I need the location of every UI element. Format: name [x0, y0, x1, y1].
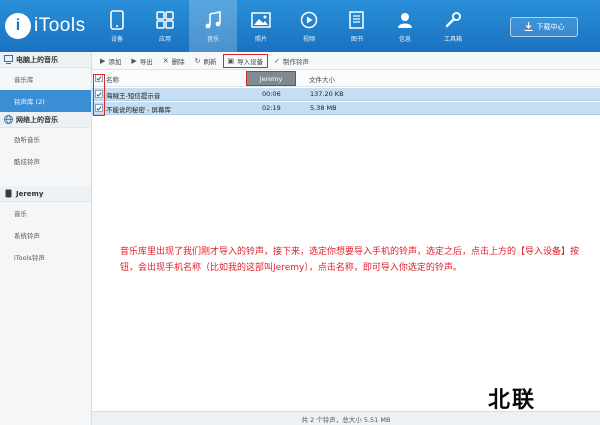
- refresh-icon: ↻: [194, 56, 201, 65]
- nav-label: 信息: [398, 36, 411, 43]
- nav-label: 工具箱: [443, 36, 462, 43]
- sidebar-section-title: 网络上的音乐: [16, 115, 58, 124]
- nav-label: 应用: [158, 36, 171, 43]
- sidebar-item-device-music[interactable]: 音乐: [0, 202, 91, 224]
- nav-device[interactable]: 设备: [93, 0, 141, 52]
- export-button[interactable]: ▶ 导出: [127, 54, 156, 68]
- delete-icon: ✕: [162, 56, 169, 65]
- music-icon: [202, 9, 224, 31]
- toolbar: ▶ 添加 ▶ 导出 ✕ 删除 ↻ 刷新 ▣ 导入设备 ✓ 制作铃声: [92, 52, 600, 70]
- device-name-tip[interactable]: Jeremy: [246, 71, 296, 86]
- import-device-label: 导入设备: [237, 57, 264, 66]
- column-size-header[interactable]: 文件大小: [309, 74, 335, 84]
- delete-label: 删除: [171, 57, 185, 66]
- apps-icon: [154, 9, 176, 31]
- table-row[interactable]: 海贼王-短信提示音 00:06 137.20 KB: [92, 88, 600, 101]
- refresh-button[interactable]: ↻ 刷新: [191, 54, 221, 68]
- sidebar-section-online[interactable]: 网络上的音乐: [0, 112, 91, 128]
- nav-music[interactable]: 音乐: [189, 0, 237, 52]
- add-icon: ▶: [100, 56, 106, 65]
- sidebar-item-ringtone-library[interactable]: 铃声库 (2): [0, 90, 91, 112]
- nav-toolbox[interactable]: 工具箱: [429, 0, 477, 52]
- phone-icon: [4, 189, 13, 198]
- nav-label: 音乐: [206, 36, 219, 43]
- app-logo: i iTools: [5, 12, 86, 40]
- sidebar-section-computer[interactable]: 电脑上的音乐: [0, 52, 91, 68]
- download-label: 下载中心: [536, 23, 565, 31]
- photo-icon: [250, 9, 272, 31]
- make-ringtone-button[interactable]: ✓ 制作铃声: [270, 54, 313, 68]
- sidebar-section-title: Jeremy: [16, 189, 44, 198]
- refresh-label: 刷新: [203, 57, 217, 66]
- nav-label: 图书: [350, 36, 363, 43]
- sidebar-item-itools-ringtones[interactable]: iTools铃声: [0, 246, 91, 268]
- sidebar-section-device[interactable]: Jeremy: [0, 186, 91, 202]
- user-icon: [394, 9, 416, 31]
- nav-video[interactable]: 视频: [285, 0, 333, 52]
- wrench-icon: [442, 9, 464, 31]
- checkbox-highlight-box: [93, 74, 105, 116]
- logo-icon: i: [5, 13, 31, 39]
- download-center-button[interactable]: 下载中心: [510, 17, 578, 37]
- table-row[interactable]: 不能说的秘密 - 屏幕库 02:19 5.38 MB: [92, 102, 600, 115]
- watermark-logo: 北联: [488, 388, 537, 413]
- export-label: 导出: [139, 57, 153, 66]
- import-device-button[interactable]: ▣ 导入设备: [222, 53, 269, 68]
- ringtone-wand-icon: ✓: [274, 56, 281, 65]
- delete-button[interactable]: ✕ 删除: [159, 54, 189, 68]
- nav-label: 照片: [254, 36, 267, 43]
- computer-icon: [4, 55, 13, 64]
- table-header: 名称 文件大小: [92, 70, 600, 87]
- video-icon: [298, 9, 320, 31]
- row-name: 不能说的秘密 - 屏幕库: [106, 106, 171, 114]
- import-icon: ▣: [227, 56, 235, 65]
- nav-label: 设备: [110, 36, 123, 43]
- main-nav: 设备 应用 音乐 照片 视频 图书 信息 工具箱: [93, 0, 477, 52]
- nav-books[interactable]: 图书: [333, 0, 381, 52]
- add-label: 添加: [108, 57, 122, 66]
- row-size: 5.38 MB: [310, 104, 337, 112]
- column-name-header[interactable]: 名称: [106, 74, 119, 84]
- globe-icon: [4, 115, 13, 124]
- book-icon: [346, 9, 368, 31]
- sidebar-section-title: 电脑上的音乐: [16, 55, 58, 64]
- make-ringtone-label: 制作铃声: [283, 57, 310, 66]
- sidebar-item-music-library[interactable]: 音乐库: [0, 68, 91, 90]
- sidebar-item-online-music[interactable]: 劲听音乐: [0, 128, 91, 150]
- nav-apps[interactable]: 应用: [141, 0, 189, 52]
- sidebar-item-cool-ringtones[interactable]: 酷炫铃声: [0, 150, 91, 172]
- nav-photos[interactable]: 照片: [237, 0, 285, 52]
- download-icon: [524, 21, 537, 33]
- sidebar: 电脑上的音乐 音乐库 铃声库 (2) 网络上的音乐 劲听音乐 酷炫铃声 Jere…: [0, 52, 92, 425]
- export-icon: ▶: [131, 56, 137, 65]
- row-duration: 02:19: [262, 104, 281, 112]
- row-size: 137.20 KB: [310, 90, 344, 98]
- add-button[interactable]: ▶ 添加: [96, 54, 125, 68]
- phone-icon: [106, 9, 128, 31]
- instruction-note: 音乐库里出现了我们刚才导入的铃声，接下来，选定你想要导入手机的铃声，选定之后，点…: [120, 247, 580, 273]
- nav-info[interactable]: 信息: [381, 0, 429, 52]
- row-duration: 00:06: [262, 90, 281, 98]
- logo-text: iTools: [34, 15, 86, 36]
- row-name: 海贼王-短信提示音: [106, 92, 161, 100]
- top-bar: i iTools 设备 应用 音乐 照片 视频 图书 信息 工具箱 下载中心: [0, 0, 600, 52]
- nav-label: 视频: [302, 36, 315, 43]
- sidebar-item-system-ringtones[interactable]: 系统铃声: [0, 224, 91, 246]
